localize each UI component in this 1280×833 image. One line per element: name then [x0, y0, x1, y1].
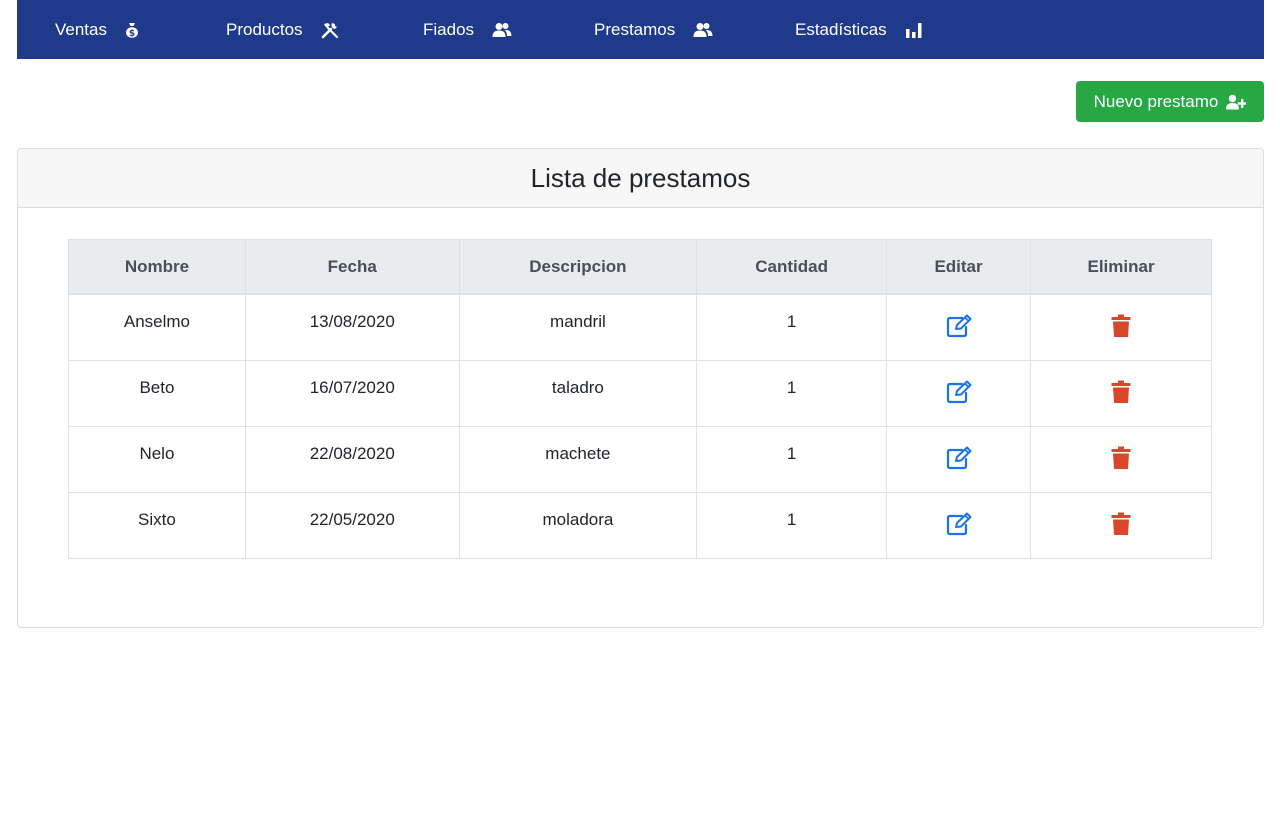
cell-descripcion: taladro: [458, 359, 698, 427]
edit-icon[interactable]: [945, 314, 973, 338]
nav-item-productos[interactable]: Productos: [226, 0, 339, 59]
trash-icon[interactable]: [1111, 314, 1131, 338]
loans-table: Nombre Fecha Descripcion Cantidad Editar…: [68, 239, 1212, 559]
table-row: Sixto 22/05/2020 moladora 1: [68, 491, 1212, 559]
nav-item-estadisticas[interactable]: Estadísticas: [795, 0, 923, 59]
cell-fecha: 22/05/2020: [244, 491, 460, 559]
cell-eliminar: [1030, 491, 1212, 559]
cell-fecha: 13/08/2020: [244, 293, 460, 361]
cell-fecha: 16/07/2020: [244, 359, 460, 427]
edit-icon[interactable]: [945, 446, 973, 470]
cell-eliminar: [1030, 293, 1212, 361]
nav-item-label: Prestamos: [594, 19, 676, 39]
card-title: Lista de prestamos: [18, 149, 1263, 208]
edit-icon[interactable]: [945, 512, 973, 536]
cell-descripcion: machete: [458, 425, 698, 493]
cell-eliminar: [1030, 425, 1212, 493]
cell-editar: [886, 491, 1032, 559]
nav-item-ventas[interactable]: Ventas $: [55, 0, 139, 59]
top-navbar: Ventas $ Productos Fiados Prestamos Esta…: [17, 0, 1264, 59]
cell-editar: [886, 293, 1032, 361]
column-header-descripcion: Descripcion: [458, 239, 698, 295]
nav-item-prestamos[interactable]: Prestamos: [594, 0, 713, 59]
user-plus-icon: [1226, 94, 1247, 110]
column-header-nombre: Nombre: [68, 239, 246, 295]
cell-cantidad: 1: [696, 293, 888, 361]
nav-item-fiados[interactable]: Fiados: [423, 0, 512, 59]
cell-nombre: Sixto: [68, 491, 246, 559]
table-row: Nelo 22/08/2020 machete 1: [68, 425, 1212, 493]
cell-descripcion: moladora: [458, 491, 698, 559]
nav-item-label: Estadísticas: [795, 19, 887, 39]
table-row: Anselmo 13/08/2020 mandril 1: [68, 293, 1212, 361]
column-header-fecha: Fecha: [244, 239, 460, 295]
users-icon: [693, 22, 713, 38]
nav-item-label: Ventas: [55, 19, 107, 39]
cell-cantidad: 1: [696, 359, 888, 427]
cell-nombre: Beto: [68, 359, 246, 427]
table-row: Beto 16/07/2020 taladro 1: [68, 359, 1212, 427]
trash-icon[interactable]: [1111, 380, 1131, 404]
edit-icon[interactable]: [945, 380, 973, 404]
cell-cantidad: 1: [696, 425, 888, 493]
cell-fecha: 22/08/2020: [244, 425, 460, 493]
cell-cantidad: 1: [696, 491, 888, 559]
nav-item-label: Fiados: [423, 19, 475, 39]
cell-nombre: Nelo: [68, 425, 246, 493]
trash-icon[interactable]: [1111, 446, 1131, 470]
money-bag-icon: $: [125, 22, 139, 38]
new-loan-button[interactable]: Nuevo prestamo: [1076, 81, 1264, 122]
trash-icon[interactable]: [1111, 512, 1131, 536]
cell-nombre: Anselmo: [68, 293, 246, 361]
svg-text:$: $: [129, 29, 135, 38]
cell-editar: [886, 359, 1032, 427]
tools-icon: [321, 21, 339, 39]
column-header-eliminar: Eliminar: [1030, 239, 1212, 295]
new-loan-label: Nuevo prestamo: [1093, 91, 1219, 111]
cell-editar: [886, 425, 1032, 493]
nav-item-label: Productos: [226, 19, 303, 39]
loans-card: Lista de prestamos Nombre Fecha Descripc…: [17, 148, 1264, 628]
table-header-row: Nombre Fecha Descripcion Cantidad Editar…: [68, 239, 1212, 295]
bar-chart-icon: [905, 22, 923, 38]
column-header-cantidad: Cantidad: [696, 239, 888, 295]
column-header-editar: Editar: [886, 239, 1032, 295]
users-icon: [492, 22, 512, 38]
cell-descripcion: mandril: [458, 293, 698, 361]
cell-eliminar: [1030, 359, 1212, 427]
